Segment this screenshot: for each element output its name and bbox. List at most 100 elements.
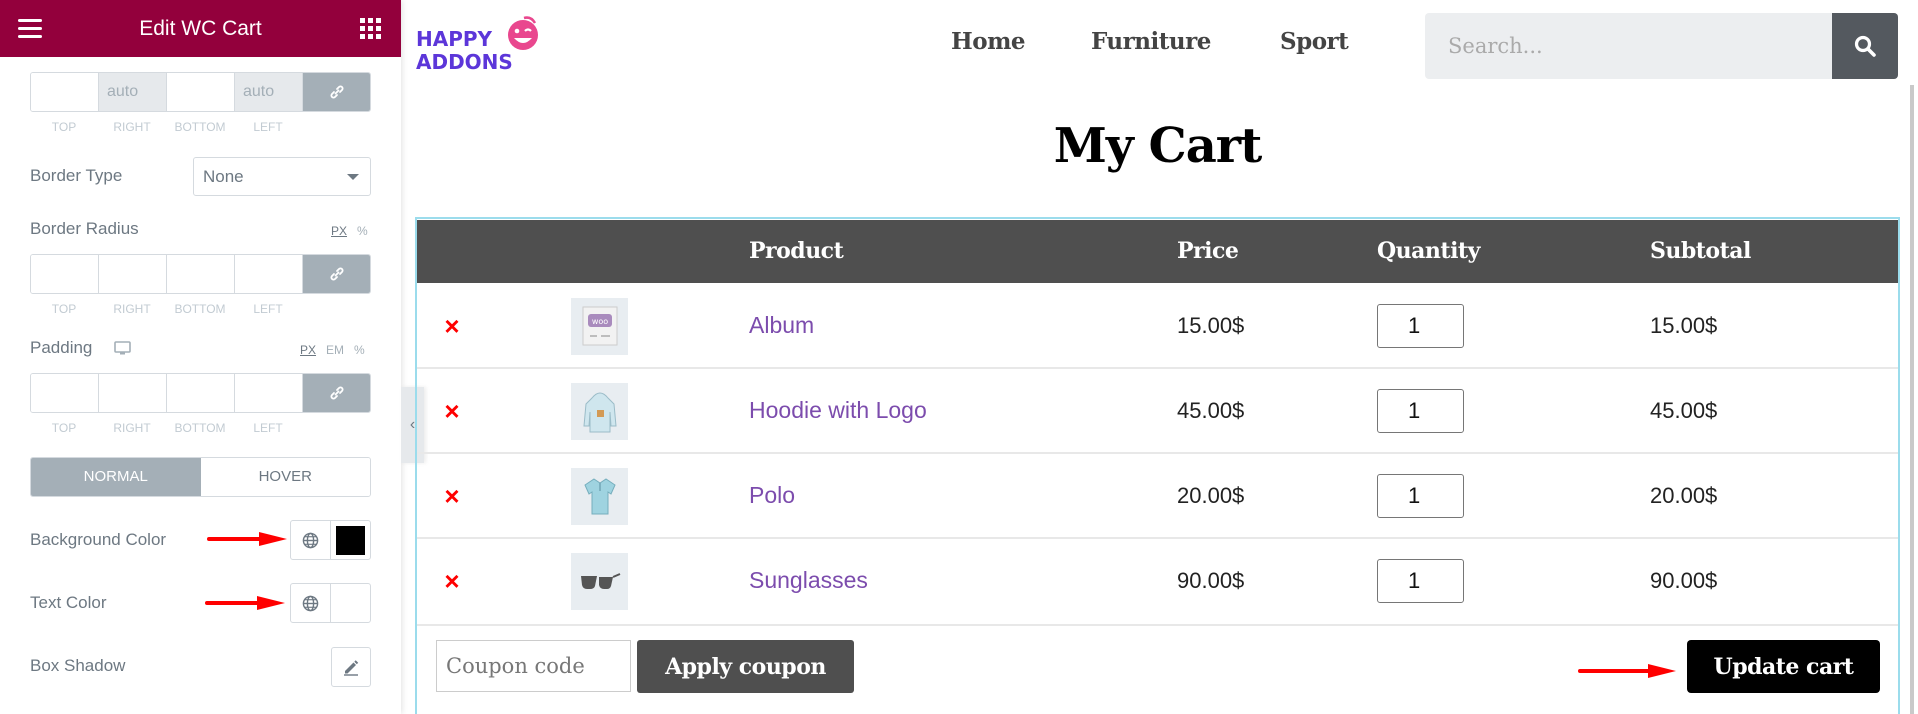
box-shadow-label: Box Shadow <box>30 656 126 675</box>
background-color-label: Background Color <box>30 530 167 549</box>
margin-left-input[interactable]: auto <box>235 73 303 111</box>
tab-hover[interactable]: HOVER <box>200 458 370 496</box>
border-radius-control <box>30 254 371 294</box>
search-form <box>1425 13 1898 79</box>
background-color-control <box>290 520 371 560</box>
unit-percent[interactable]: % <box>357 224 368 238</box>
link-values-button[interactable] <box>303 73 370 111</box>
global-colors-button[interactable] <box>291 521 331 559</box>
text-color-swatch[interactable] <box>331 584 370 622</box>
dim-label-bottom: BOTTOM <box>174 302 226 316</box>
desktop-responsive-icon[interactable] <box>114 341 131 356</box>
padding-top-input[interactable] <box>31 374 99 412</box>
logo-line1: HAPPY <box>416 27 493 51</box>
box-shadow-edit-button[interactable] <box>331 647 371 687</box>
search-input[interactable] <box>1425 13 1833 79</box>
padding-label: Padding <box>30 338 93 357</box>
radius-dimension-labels: TOP RIGHT BOTTOM LEFT <box>30 302 302 316</box>
remove-item-icon[interactable]: × <box>441 568 463 594</box>
dim-label-top: TOP <box>51 120 77 134</box>
remove-item-icon[interactable]: × <box>441 483 463 509</box>
product-subtotal: 45.00$ <box>1650 397 1718 423</box>
remove-item-icon[interactable]: × <box>441 398 463 424</box>
annotation-arrow <box>1578 664 1678 678</box>
dim-label-bottom: BOTTOM <box>174 421 226 435</box>
quantity-input[interactable] <box>1377 473 1464 518</box>
row-divider <box>417 624 1898 626</box>
text-color-label: Text Color <box>30 593 107 612</box>
dim-label-top: TOP <box>51 421 77 435</box>
dim-label-left: LEFT <box>253 120 283 134</box>
search-button[interactable] <box>1832 13 1898 79</box>
widgets-grid-icon[interactable] <box>360 18 381 39</box>
page-scrollbar[interactable] <box>1910 85 1914 714</box>
dim-label-left: LEFT <box>253 421 283 435</box>
product-link[interactable]: Polo <box>749 482 795 509</box>
unit-px[interactable]: PX <box>331 224 347 238</box>
happy-addons-logo[interactable]: HAPPY ADDONS <box>414 14 542 74</box>
annotation-arrow <box>205 596 285 610</box>
unit-em[interactable]: EM <box>326 343 344 357</box>
padding-control <box>30 373 371 413</box>
link-icon <box>330 267 343 281</box>
product-price: 20.00$ <box>1177 482 1245 508</box>
radius-left-input[interactable] <box>235 255 303 293</box>
dim-label-right: RIGHT <box>113 302 151 316</box>
border-type-select[interactable]: None <box>193 157 371 196</box>
page-title: My Cart <box>1053 118 1263 174</box>
search-icon <box>1854 35 1876 57</box>
margin-bottom-input[interactable] <box>167 73 235 111</box>
polo-shirt-icon[interactable] <box>571 467 628 525</box>
link-values-button[interactable] <box>303 255 370 293</box>
coupon-code-input[interactable] <box>436 640 631 692</box>
border-radius-label: Border Radius <box>30 219 139 238</box>
svg-text:woo: woo <box>591 317 607 326</box>
remove-item-icon[interactable]: × <box>441 313 463 339</box>
woo-album-icon[interactable]: woo <box>571 297 628 355</box>
product-link[interactable]: Hoodie with Logo <box>749 397 927 424</box>
dim-label-bottom: BOTTOM <box>174 120 226 134</box>
margin-dimensions-control: auto auto <box>30 72 371 112</box>
color-swatch <box>336 525 365 555</box>
panel-title: Edit WC Cart <box>139 17 262 40</box>
global-colors-button[interactable] <box>291 584 331 622</box>
radius-bottom-input[interactable] <box>167 255 235 293</box>
dim-label-left: LEFT <box>253 302 283 316</box>
padding-bottom-input[interactable] <box>167 374 235 412</box>
padding-left-input[interactable] <box>235 374 303 412</box>
padding-dimension-labels: TOP RIGHT BOTTOM LEFT <box>30 421 302 435</box>
radius-right-input[interactable] <box>99 255 167 293</box>
nav-furniture[interactable]: Furniture <box>1091 28 1211 55</box>
margin-right-input[interactable]: auto <box>99 73 167 111</box>
padding-right-input[interactable] <box>99 374 167 412</box>
caret-down-icon <box>347 174 359 180</box>
annotation-arrow <box>207 532 287 546</box>
sunglasses-icon[interactable] <box>571 552 628 610</box>
border-radius-units: PX % <box>331 224 368 238</box>
nav-sport[interactable]: Sport <box>1280 28 1349 55</box>
tab-normal[interactable]: NORMAL <box>31 458 201 496</box>
margin-top-input[interactable] <box>31 73 99 111</box>
quantity-input[interactable] <box>1377 558 1464 603</box>
row-divider <box>417 367 1898 369</box>
background-color-swatch[interactable] <box>331 521 370 559</box>
product-link[interactable]: Album <box>749 312 814 339</box>
quantity-input[interactable] <box>1377 388 1464 433</box>
unit-px[interactable]: PX <box>300 343 316 357</box>
update-cart-button[interactable]: Update cart <box>1687 640 1880 693</box>
product-link[interactable]: Sunglasses <box>749 567 868 594</box>
link-values-button[interactable] <box>303 374 370 412</box>
nav-home[interactable]: Home <box>951 28 1026 55</box>
logo-line2: ADDONS <box>416 50 513 74</box>
quantity-input[interactable] <box>1377 303 1464 348</box>
apply-coupon-button[interactable]: Apply coupon <box>637 640 854 693</box>
text-color-control <box>290 583 371 623</box>
row-divider <box>417 452 1898 454</box>
unit-percent[interactable]: % <box>354 343 365 357</box>
globe-icon <box>302 532 319 548</box>
hoodie-icon[interactable] <box>571 382 628 440</box>
product-subtotal: 20.00$ <box>1650 482 1718 508</box>
border-type-label: Border Type <box>30 166 123 185</box>
radius-top-input[interactable] <box>31 255 99 293</box>
padding-units: PX EM % <box>300 343 365 357</box>
